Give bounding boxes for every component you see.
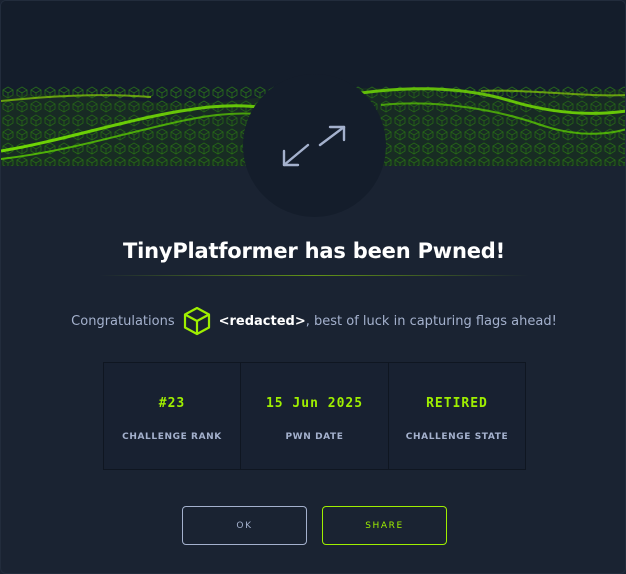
stat-value: #23 (158, 396, 186, 411)
title-divider (99, 275, 529, 276)
pwned-modal: TinyPlatformer has been Pwned! Congratul… (0, 0, 626, 574)
ok-button[interactable]: OK (182, 506, 307, 545)
stat-label: CHALLENGE STATE (405, 432, 509, 442)
share-button[interactable]: SHARE (322, 506, 447, 545)
badge-circle (243, 74, 386, 217)
stats-panel: #23 CHALLENGE RANK 15 Jun 2025 PWN DATE … (103, 362, 526, 470)
congrats-message: Congratulations <redacted> , best of luc… (1, 305, 625, 337)
stat-label: PWN DATE (285, 432, 344, 442)
stat-value: RETIRED (426, 396, 488, 411)
congrats-suffix: , best of luck in capturing flags ahead! (305, 313, 557, 329)
stat-challenge-state: RETIRED CHALLENGE STATE (389, 363, 525, 469)
stat-value: 15 Jun 2025 (265, 396, 364, 411)
cube-icon (183, 306, 211, 336)
expand-arrows-icon (282, 125, 345, 166)
congrats-prefix: Congratulations (71, 313, 175, 329)
user-name[interactable]: <redacted> (219, 314, 306, 329)
modal-title: TinyPlatformer has been Pwned! (123, 239, 505, 263)
stat-pwn-date: 15 Jun 2025 PWN DATE (241, 363, 389, 469)
stat-label: CHALLENGE RANK (122, 432, 222, 442)
stat-challenge-rank: #23 CHALLENGE RANK (104, 363, 241, 469)
